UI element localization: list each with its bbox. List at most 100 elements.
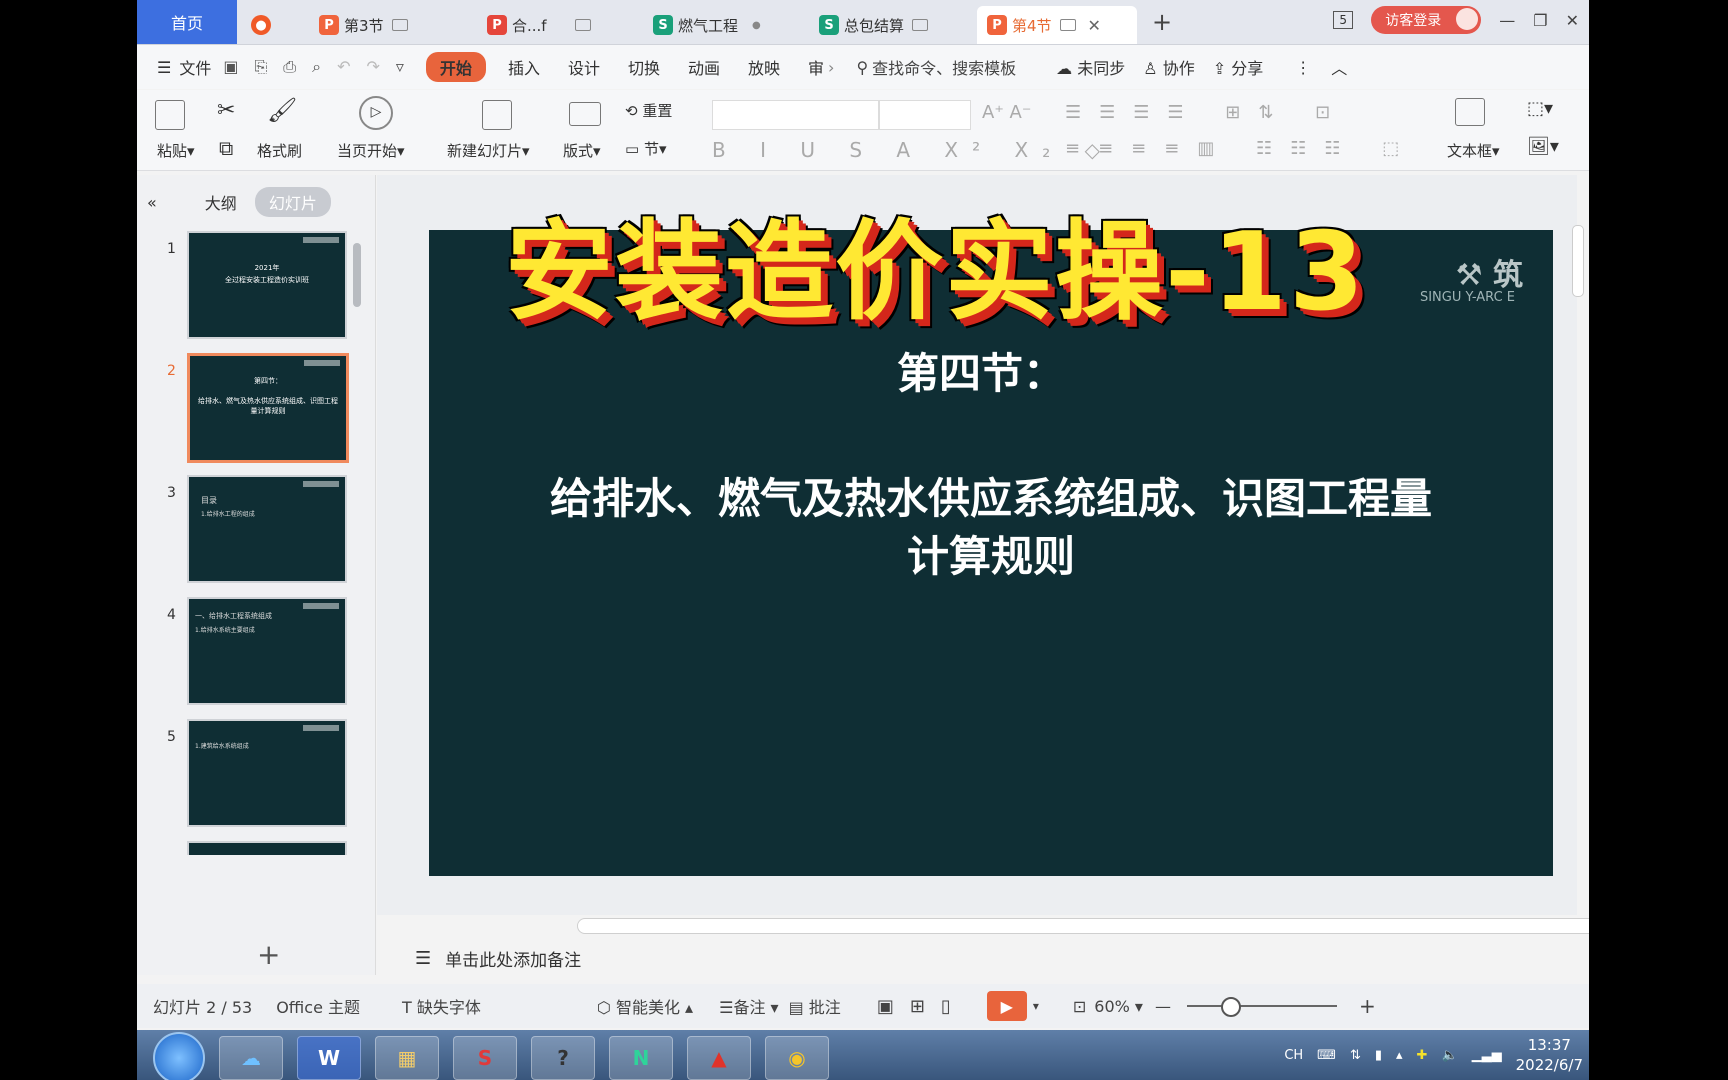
- close-window-icon[interactable]: ✕: [1566, 11, 1579, 30]
- tray-up-arrow-icon[interactable]: ▴: [1396, 1048, 1403, 1063]
- share-doc-icon[interactable]: ⎘: [254, 57, 267, 77]
- tab-doc-3[interactable]: S 燃气工程 ●: [653, 6, 803, 44]
- shape-icon[interactable]: ⬚▾: [1527, 98, 1553, 119]
- cut-icon[interactable]: ✂: [217, 98, 235, 123]
- menu-design[interactable]: 设计: [568, 55, 600, 79]
- menu-transition[interactable]: 切换: [628, 55, 660, 79]
- start-button[interactable]: [153, 1032, 205, 1080]
- normal-view-icon[interactable]: ▣: [877, 996, 894, 1017]
- undo-icon[interactable]: ↶: [337, 57, 350, 77]
- align-icons[interactable]: ≡≡≡≡▥ ☷☷☷ ⬚: [1065, 138, 1417, 159]
- add-slide-button[interactable]: +: [257, 938, 280, 971]
- unsynced-button[interactable]: ☁ 未同步: [1056, 55, 1125, 79]
- font-grow-icon[interactable]: A⁺ A⁻: [982, 102, 1031, 123]
- fit-icon[interactable]: ⊡: [1073, 997, 1086, 1016]
- slide-thumbnail-1[interactable]: 2021年 全过程安装工程造价实训班: [187, 231, 347, 339]
- menu-scroll-right-icon[interactable]: ›: [828, 58, 834, 77]
- tab-doc-5-active[interactable]: P 第4节 ✕: [977, 6, 1137, 44]
- share-button[interactable]: ⇪ 分享: [1213, 55, 1264, 79]
- slides-tab[interactable]: 幻灯片: [254, 187, 331, 217]
- canvas-vertical-scrollbar[interactable]: [1572, 225, 1584, 297]
- taskbar-app-n-icon[interactable]: N: [609, 1036, 673, 1080]
- guest-login-button[interactable]: 访客登录: [1371, 6, 1482, 34]
- menu-start[interactable]: 开始: [425, 52, 486, 82]
- menu-file[interactable]: 文件: [179, 55, 211, 79]
- taskbar-chrome-icon[interactable]: ◉: [765, 1036, 829, 1080]
- clock[interactable]: 13:37 2022/6/7: [1516, 1035, 1583, 1075]
- new-slide-icon[interactable]: [482, 100, 512, 130]
- collapse-panel-icon[interactable]: «: [147, 193, 157, 212]
- tab-home[interactable]: 首页: [137, 0, 237, 44]
- zoom-out-icon[interactable]: —: [1155, 997, 1171, 1016]
- search-box[interactable]: ⚲ 查找命令、搜索模板: [856, 55, 1016, 79]
- preview-icon[interactable]: ⌕: [312, 57, 321, 77]
- hamburger-icon[interactable]: ☰: [157, 58, 171, 77]
- slide-thumbnail-2[interactable]: 第四节： 给排水、燃气及热水供应系统组成、识图工程量计算规则: [187, 353, 349, 463]
- tray-app-icon[interactable]: ✚: [1417, 1048, 1428, 1063]
- paste-icon[interactable]: [155, 100, 185, 130]
- slide-thumbnail-3[interactable]: 目录 1.给排水工程的组成: [187, 475, 347, 583]
- reset-button[interactable]: ⟲ 重置: [625, 100, 672, 121]
- save-icon[interactable]: ▣: [223, 57, 238, 77]
- menu-slideshow[interactable]: 放映: [748, 55, 780, 79]
- more-options-icon[interactable]: ⋮: [1295, 58, 1311, 77]
- redo-icon[interactable]: ↷: [366, 57, 379, 77]
- paragraph-icons[interactable]: ☰☰☰☰ ⊞⇅ ⊡: [1065, 102, 1348, 123]
- network-adapter-icon[interactable]: ⇅: [1350, 1048, 1361, 1063]
- brush-icon[interactable]: 🖌: [267, 96, 297, 124]
- slide-thumbnail-6-partial[interactable]: [187, 841, 347, 855]
- outline-tab[interactable]: 大纲: [205, 190, 237, 214]
- tab-doc-1[interactable]: P 第3节: [319, 6, 459, 44]
- textbox-icon[interactable]: [1455, 98, 1485, 126]
- notes-area[interactable]: ☰ 单击此处添加备注: [377, 935, 1577, 981]
- font-size-select[interactable]: [879, 100, 971, 130]
- notes-toggle[interactable]: ☰备注 ▾: [719, 994, 778, 1018]
- picture-icon[interactable]: 🖼▾: [1527, 136, 1559, 157]
- battery-icon[interactable]: ▮: [1375, 1048, 1382, 1063]
- close-tab-icon[interactable]: ✕: [1088, 16, 1101, 35]
- zoom-select[interactable]: 60% ▾: [1094, 997, 1143, 1016]
- from-current-button[interactable]: 当页开始▾: [337, 140, 405, 161]
- new-tab-button[interactable]: +: [1152, 8, 1172, 36]
- new-slide-button[interactable]: 新建幻灯片▾: [447, 140, 530, 161]
- more-icon[interactable]: ▿: [396, 57, 404, 77]
- zoom-slider[interactable]: [1186, 997, 1337, 1017]
- textbox-button[interactable]: 文本框▾: [1447, 140, 1500, 161]
- taskbar-wps-icon[interactable]: W: [297, 1036, 361, 1080]
- panel-scrollbar[interactable]: [353, 243, 361, 307]
- layout-icon[interactable]: [569, 102, 601, 126]
- comments-button[interactable]: ▤ 批注: [789, 994, 841, 1018]
- copy-icon[interactable]: ⧉: [219, 136, 233, 160]
- sorter-view-icon[interactable]: ⊞: [910, 996, 925, 1017]
- paste-button[interactable]: 粘贴▾: [157, 140, 195, 161]
- restore-icon[interactable]: ❐: [1533, 11, 1547, 30]
- reading-view-icon[interactable]: ▯: [941, 996, 951, 1017]
- taskbar-help-icon[interactable]: ?: [531, 1036, 595, 1080]
- taskbar-cloud-icon[interactable]: ☁: [219, 1036, 283, 1080]
- missing-font-button[interactable]: T 缺失字体: [402, 994, 481, 1018]
- layout-button[interactable]: 版式▾: [563, 140, 601, 161]
- collaborate-button[interactable]: ♙ 协作: [1143, 55, 1194, 79]
- collapse-ribbon-icon[interactable]: ︿: [1331, 55, 1347, 79]
- beautify-button[interactable]: ⬡ 智能美化 ▴: [597, 994, 693, 1018]
- slide-thumbnail-5[interactable]: 1.建筑给水系统组成: [187, 719, 347, 827]
- taskbar-app-s-icon[interactable]: S: [453, 1036, 517, 1080]
- format-painter-button[interactable]: 格式刷: [257, 140, 302, 161]
- menu-review[interactable]: 审: [808, 55, 824, 79]
- font-family-select[interactable]: [712, 100, 879, 130]
- volume-icon[interactable]: 🔈: [1441, 1048, 1457, 1063]
- text-format-icons[interactable]: B I U S A X² X₂ ◇: [712, 138, 1114, 162]
- tab-doc-4[interactable]: S 总包结算: [819, 6, 969, 44]
- ime-indicator[interactable]: CH: [1284, 1048, 1303, 1063]
- tab-doc-2[interactable]: P 合...f: [487, 6, 627, 44]
- menu-animation[interactable]: 动画: [688, 55, 720, 79]
- window-count-badge[interactable]: 5: [1333, 11, 1354, 29]
- keyboard-icon[interactable]: ⌨: [1317, 1048, 1336, 1063]
- wps-logo-icon[interactable]: ●: [251, 6, 276, 44]
- taskbar-autocad-icon[interactable]: ▲: [687, 1036, 751, 1080]
- minimize-icon[interactable]: —: [1499, 11, 1515, 30]
- play-from-current-icon[interactable]: ▷: [359, 96, 393, 130]
- play-button[interactable]: ▶: [986, 991, 1027, 1021]
- taskbar-folder-icon[interactable]: ▦: [375, 1036, 439, 1080]
- canvas-horizontal-scrollbar[interactable]: [577, 918, 1589, 934]
